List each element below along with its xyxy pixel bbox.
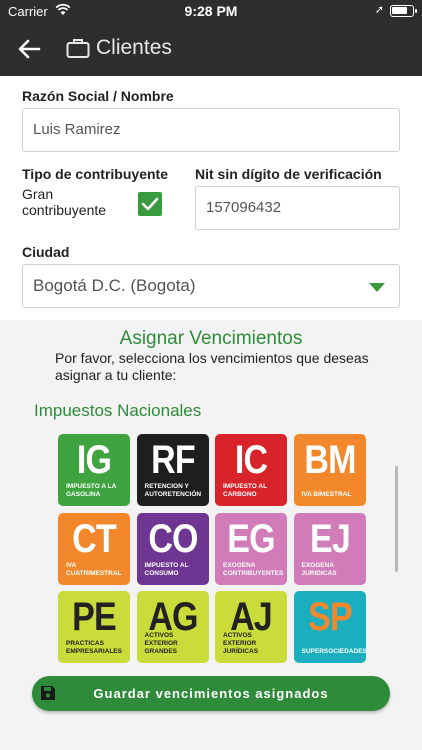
tile-description: Activos exterior grandes <box>144 632 178 655</box>
back-arrow-icon[interactable] <box>14 34 44 64</box>
ciudad-value: Bogotá D.C. (Bogota) <box>33 276 196 295</box>
briefcase-icon <box>66 39 90 58</box>
razon-social-input[interactable]: Luis Ramirez <box>22 108 400 152</box>
page-title: Clientes <box>96 36 172 59</box>
tile-code: IC <box>234 438 268 482</box>
clock: 9:28 PM <box>184 3 238 19</box>
tax-tile-pe[interactable]: PE Practicas empresariales <box>58 591 130 663</box>
section-title: Impuestos Nacionales <box>34 401 202 420</box>
tile-code: CO <box>147 516 198 561</box>
tile-description: Supersociedades <box>301 648 366 655</box>
tile-code: RF <box>150 438 195 482</box>
tile-description: Impuesto al carbono <box>223 483 267 498</box>
tile-description: Activos exterior jurídicas <box>223 632 259 655</box>
tax-tile-co[interactable]: CO Impuesto al consumo <box>136 512 209 585</box>
assign-title: Asignar Vencimientos <box>119 328 303 349</box>
tile-description: Exogena juridicas <box>301 561 337 577</box>
scrollbar[interactable] <box>395 466 398 572</box>
tax-tile-ej[interactable]: EJ Exogena juridicas <box>293 512 366 585</box>
tile-code: CT <box>72 516 116 561</box>
tile-description: IVA Cuatrimestral <box>66 561 122 577</box>
save-button-label: Guardar vencimientos asignados <box>93 686 329 701</box>
tax-tile-aj[interactable]: AJ Activos exterior jurídicas <box>215 591 287 663</box>
nit-label: Nit sin dígito de verificación <box>195 166 382 182</box>
save-button[interactable]: Guardar vencimientos asignados <box>32 676 390 711</box>
assign-description: Por favor, selecciona los vencimientos q… <box>55 350 369 383</box>
tile-description: Practicas empresariales <box>66 640 122 655</box>
tile-description: IVA Bimestral <box>301 491 352 498</box>
tax-tile-eg[interactable]: EG Exogena contribuyentes <box>215 512 287 585</box>
tile-description: Impuesto al consumo <box>144 561 189 577</box>
dropdown-caret-icon <box>369 283 385 292</box>
tax-tile-ct[interactable]: CT IVA Cuatrimestral <box>58 512 130 585</box>
status-bar: Carrier 9:28 PM ➚ <box>0 0 422 22</box>
nav-bar: Clientes <box>0 22 422 76</box>
gran-contribuyente-label: Gran contribuyente <box>22 186 107 218</box>
location-arrow-icon: ➚ <box>374 4 384 16</box>
tax-tile-ic[interactable]: IC Impuesto al carbono <box>215 434 287 506</box>
tile-code: BM <box>303 438 356 482</box>
gran-contribuyente-checkbox[interactable] <box>138 192 162 216</box>
tipo-contribuyente-label: Tipo de contribuyente <box>22 166 168 182</box>
tax-tile-sp[interactable]: SP Supersociedades <box>293 591 366 663</box>
tile-code: PE <box>72 595 117 639</box>
razon-social-label: Razón Social / Nombre <box>22 88 174 104</box>
nit-input[interactable]: 157096432 <box>195 186 400 230</box>
tax-tile-rf[interactable]: RF Retencion y autoretención <box>136 434 209 506</box>
tile-description: Impuesto a la gasolina <box>66 483 117 498</box>
tile-code: IG <box>76 438 112 482</box>
ciudad-select[interactable]: Bogotá D.C. (Bogota) <box>22 264 400 308</box>
checkmark-icon <box>141 197 159 211</box>
battery-icon <box>390 5 417 17</box>
tile-description: Exogena contribuyentes <box>223 561 284 577</box>
tile-code: SP <box>307 595 353 639</box>
client-form: Razón Social / Nombre Luis Ramirez Tipo … <box>0 76 422 320</box>
ciudad-label: Ciudad <box>22 244 70 260</box>
tax-tile-ag[interactable]: AG Activos exterior grandes <box>136 591 209 663</box>
tax-tile-ig[interactable]: IG Impuesto a la gasolina <box>58 434 130 506</box>
tile-code: EG <box>227 516 275 561</box>
tile-description: Retencion y autoretención <box>144 483 202 498</box>
tax-tile-bm[interactable]: BM IVA Bimestral <box>293 434 366 506</box>
tile-code: EJ <box>309 516 351 561</box>
